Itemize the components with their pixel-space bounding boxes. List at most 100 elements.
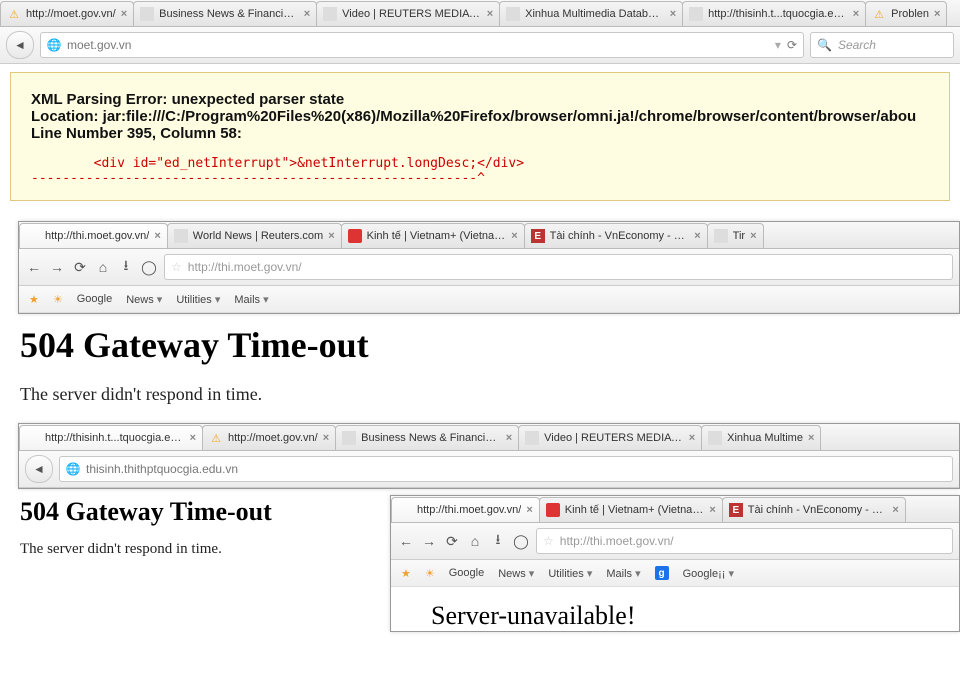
close-icon[interactable]: × xyxy=(304,8,310,20)
reload-button[interactable]: ⟳ xyxy=(443,532,461,550)
stop-button[interactable]: ◯ xyxy=(140,258,158,276)
tab-label: Kinh tế | Vietnam+ (VietnamPlus) xyxy=(565,504,705,516)
xml-error-code: <div id="ed_netInterrupt">&netInterrupt.… xyxy=(31,156,929,186)
browser-tab[interactable]: ETài chính - VnEconomy - Nhịp số...× xyxy=(722,497,906,522)
close-icon[interactable]: × xyxy=(487,8,493,20)
outer-url-input[interactable]: 🌐 moet.gov.vn ▾ ⟳ xyxy=(40,32,804,58)
close-icon[interactable]: × xyxy=(853,8,859,20)
warning-icon: ⚠ xyxy=(209,431,223,445)
tab-label: Xinhua Multimedia Database xyxy=(525,8,665,20)
star-icon[interactable]: ☆ xyxy=(171,260,182,274)
browser-tab[interactable]: World News | Reuters.com × xyxy=(167,223,342,248)
close-icon[interactable]: × xyxy=(323,432,329,444)
page-icon xyxy=(398,503,412,517)
tab-label: Tài chính - VnEconomy - Nhịp s... xyxy=(550,230,690,242)
browser-tab[interactable]: ETài chính - VnEconomy - Nhịp s...× xyxy=(524,223,708,248)
win4-heading: Server-unavailable! xyxy=(431,601,959,631)
bookmark-star-icon[interactable]: ★ xyxy=(401,567,411,580)
close-icon[interactable]: × xyxy=(892,504,898,516)
win2-heading: 504 Gateway Time-out xyxy=(20,324,940,366)
back-button[interactable]: ◄ xyxy=(25,455,53,483)
site-icon xyxy=(506,7,520,21)
browser-tab[interactable]: Video | REUTERS MEDIA E...× xyxy=(316,1,500,26)
browser-tab[interactable]: Tir × xyxy=(707,223,764,248)
close-icon[interactable]: × xyxy=(934,8,940,20)
browser-tab[interactable]: Xinhua Multimedia Database × xyxy=(499,1,683,26)
browser-tab[interactable]: Business News & Financial ...× xyxy=(335,425,519,450)
bookmark-item[interactable]: Google xyxy=(449,567,484,579)
forward-button[interactable]: → xyxy=(420,532,438,550)
tab-label: Tir xyxy=(733,230,745,242)
bookmark-item[interactable]: Utilities xyxy=(548,567,592,580)
stop-button[interactable]: ◯ xyxy=(512,532,530,550)
star-icon[interactable]: ☆ xyxy=(543,534,554,548)
site-icon xyxy=(714,229,728,243)
close-icon[interactable]: × xyxy=(526,504,532,516)
win2-bookmark-bar: ★☀GoogleNewsUtilitiesMails xyxy=(19,286,959,313)
win2-url-text: http://thi.moet.gov.vn/ xyxy=(188,260,302,274)
browser-tab[interactable]: Kinh tế | Vietnam+ (VietnamPlus) × xyxy=(539,497,723,522)
xml-error-box: XML Parsing Error: unexpected parser sta… xyxy=(10,72,950,201)
browser-tab[interactable]: http://thisinh.t...tquocgia.edu.vn/× xyxy=(682,1,866,26)
back-button[interactable]: ← xyxy=(397,532,415,550)
bookmark-item[interactable]: News xyxy=(498,567,534,580)
bookmark-item[interactable]: Mails xyxy=(606,567,640,580)
browser-tab[interactable]: Kinh tế | Vietnam+ (VietnamPlus)× xyxy=(341,223,525,248)
close-icon[interactable]: × xyxy=(190,432,196,444)
bookmark-item[interactable]: Google xyxy=(77,293,112,305)
close-icon[interactable]: × xyxy=(511,230,517,242)
close-icon[interactable]: × xyxy=(689,432,695,444)
bookmark-item[interactable]: Google¡¡ xyxy=(683,567,734,580)
browser-tab[interactable]: ⚠Problen× xyxy=(865,1,947,26)
tab-label: Problen xyxy=(891,8,929,20)
browser-tab[interactable]: Video | REUTERS MEDIA E... × xyxy=(518,425,702,450)
bookmark-item[interactable]: News xyxy=(126,293,162,306)
site-icon xyxy=(323,7,337,21)
bookmark-star-icon[interactable]: ★ xyxy=(29,293,39,306)
site-icon xyxy=(525,431,539,445)
outer-search-input[interactable]: 🔍 Search xyxy=(810,32,954,58)
close-icon[interactable]: × xyxy=(694,230,700,242)
browser-tab[interactable]: Business News & Financial ...× xyxy=(133,1,317,26)
bookmark-item[interactable]: Utilities xyxy=(176,293,220,306)
download-button[interactable]: ⭳ xyxy=(489,532,507,550)
browser-tab[interactable]: ⚠ http://moet.gov.vn/ × xyxy=(202,425,336,450)
close-icon[interactable]: × xyxy=(328,230,334,242)
globe-icon: 🌐 xyxy=(66,462,80,476)
home-button[interactable]: ⌂ xyxy=(94,258,112,276)
xml-error-line1: XML Parsing Error: unexpected parser sta… xyxy=(31,91,929,108)
win2-tabbar: http://thi.moet.gov.vn/×World News | Reu… xyxy=(19,222,959,249)
home-button[interactable]: ⌂ xyxy=(466,532,484,550)
close-icon[interactable]: × xyxy=(154,230,160,242)
bookmark-item[interactable]: Mails xyxy=(234,293,268,306)
page-icon xyxy=(26,229,40,243)
close-icon[interactable]: × xyxy=(670,8,676,20)
tab-label: World News | Reuters.com xyxy=(193,230,323,242)
reload-button[interactable]: ⟳ xyxy=(71,258,89,276)
tab-label: http://moet.gov.vn/ xyxy=(228,432,318,444)
close-icon[interactable]: × xyxy=(750,230,756,242)
browser-tab[interactable]: ⚠http://moet.gov.vn/× xyxy=(0,1,134,26)
win2-message: The server didn't respond in time. xyxy=(20,384,940,405)
back-button[interactable]: ◄ xyxy=(6,31,34,59)
close-icon[interactable]: × xyxy=(121,8,127,20)
sun-icon: ☀ xyxy=(425,567,435,580)
win2-url-input[interactable]: ☆ http://thi.moet.gov.vn/ xyxy=(164,254,953,280)
tab-label: Video | REUTERS MEDIA E... xyxy=(544,432,684,444)
browser-tab[interactable]: Xinhua Multime× xyxy=(701,425,821,450)
forward-button[interactable]: → xyxy=(48,258,66,276)
close-icon[interactable]: × xyxy=(709,504,715,516)
back-button[interactable]: ← xyxy=(25,258,43,276)
google-icon: g xyxy=(655,566,669,580)
reload-icon[interactable]: ⟳ xyxy=(787,38,797,52)
browser-tab[interactable]: http://thi.moet.gov.vn/× xyxy=(19,223,168,248)
win4-url-input[interactable]: ☆ http://thi.moet.gov.vn/ xyxy=(536,528,953,554)
window-4: http://thi.moet.gov.vn/×Kinh tế | Vietna… xyxy=(390,495,960,632)
win3-url-input[interactable]: 🌐 thisinh.thithptquocgia.edu.vn xyxy=(59,456,953,482)
window-2: http://thi.moet.gov.vn/×World News | Reu… xyxy=(18,221,960,314)
close-icon[interactable]: × xyxy=(808,432,814,444)
browser-tab[interactable]: http://thi.moet.gov.vn/× xyxy=(391,497,540,522)
close-icon[interactable]: × xyxy=(506,432,512,444)
browser-tab[interactable]: http://thisinh.t...tquocgia.edu.vn/× xyxy=(19,425,203,450)
download-button[interactable]: ⭳ xyxy=(117,258,135,276)
